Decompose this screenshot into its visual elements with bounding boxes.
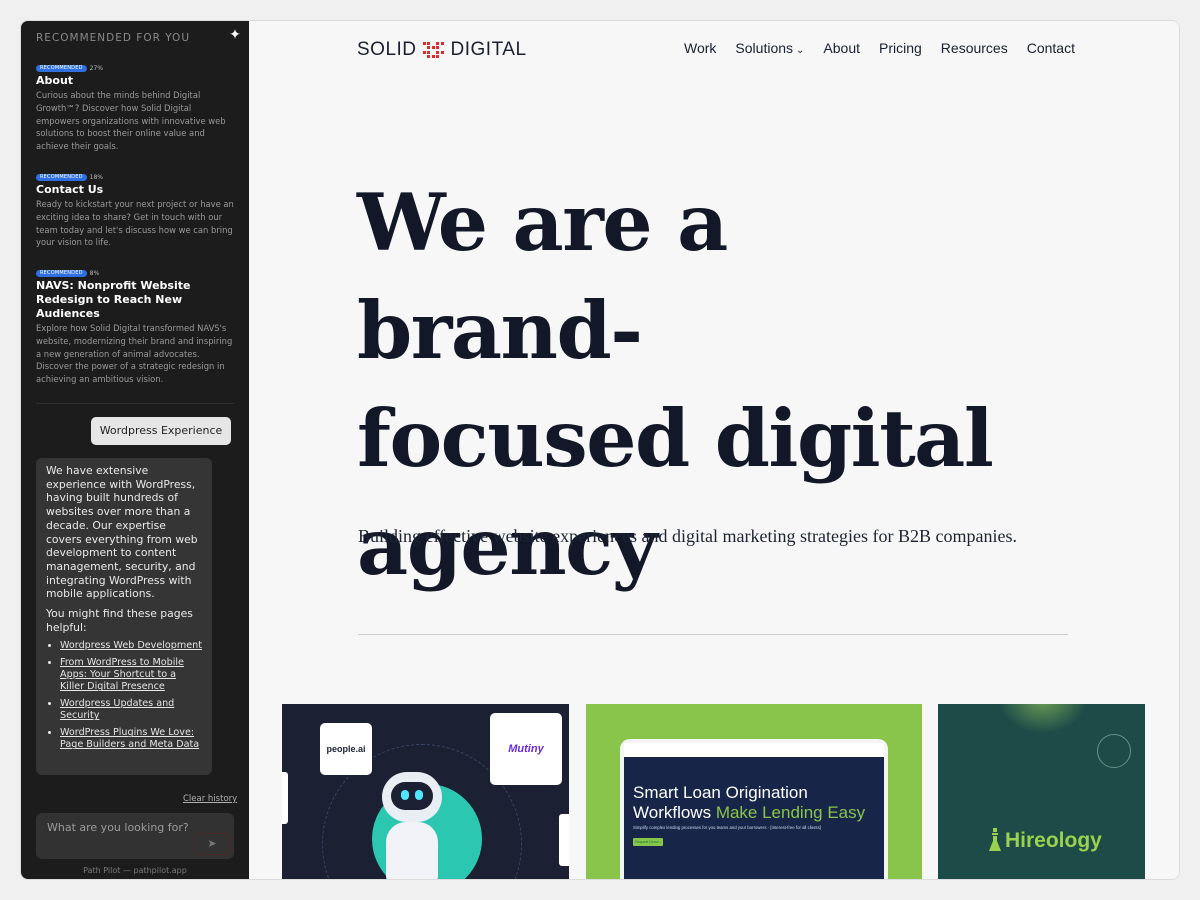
hero-line: focused digital xyxy=(357,392,994,485)
recommendation-item[interactable]: RECOMMENDED 8% NAVS: Nonprofit Website R… xyxy=(36,268,236,386)
chat-input-box: ➤ xyxy=(36,813,234,859)
nav-pricing[interactable]: Pricing xyxy=(879,40,922,56)
site-logo[interactable]: SOLID DIGITAL xyxy=(357,39,527,61)
recommendation-title[interactable]: Contact Us xyxy=(36,183,236,197)
recommendation-sidebar: RECOMMENDED FOR YOU ✦ RECOMMENDED 27% Ab… xyxy=(21,21,249,879)
mockup-button: Request Demo › xyxy=(633,838,663,846)
decorative-ring xyxy=(1097,734,1131,768)
case-study-card-peopleai[interactable]: people.ai Mutiny xyxy=(282,704,569,879)
nav-work[interactable]: Work xyxy=(684,40,716,56)
recommendation-title[interactable]: About xyxy=(36,74,236,88)
suggested-link[interactable]: Wordpress Updates and Security xyxy=(60,698,174,721)
nav-solutions-label: Solutions xyxy=(735,40,794,56)
suggested-link[interactable]: From WordPress to Mobile Apps: Your Shor… xyxy=(60,657,184,692)
case-study-card-hireology[interactable]: Hireology xyxy=(938,704,1145,879)
recommendation-description: Explore how Solid Digital transformed NA… xyxy=(36,323,233,385)
match-percent: 8% xyxy=(89,269,100,277)
recommendation-description: Ready to kickstart your next project or … xyxy=(36,199,234,248)
send-button[interactable]: ➤ xyxy=(194,833,230,855)
logo-mark-icon xyxy=(422,41,445,59)
main-content: SOLID DIGITAL Work Solutions ⌄ About Pric… xyxy=(249,21,1179,879)
case-study-card-lending[interactable]: Smart Loan Origination Workflows Make Le… xyxy=(586,704,922,879)
recommendation-item[interactable]: RECOMMENDED 18% Contact Us Ready to kick… xyxy=(36,172,236,249)
section-divider xyxy=(358,634,1068,635)
hireology-logo: Hireology xyxy=(988,828,1102,854)
assistant-helpful-text: You might find these pages helpful: xyxy=(46,607,193,634)
carousel-edge xyxy=(282,772,288,824)
user-chat-message: Wordpress Experience xyxy=(91,417,231,445)
carousel-edge xyxy=(559,814,569,866)
nav-resources[interactable]: Resources xyxy=(941,40,1008,56)
suggested-links: Wordpress Web Development From WordPress… xyxy=(46,640,202,751)
assistant-chat-message: We have extensive experience with WordPr… xyxy=(36,458,212,775)
sparkle-icon[interactable]: ✦ xyxy=(227,27,243,43)
mutiny-logo-tile: Mutiny xyxy=(490,713,562,785)
recommended-badge: RECOMMENDED xyxy=(36,173,87,181)
hireology-logo-text: Hireology xyxy=(1005,829,1102,852)
peopleai-logo-tile: people.ai xyxy=(320,723,372,775)
mockup-subtitle: Simplify complex lending processes for y… xyxy=(633,825,821,830)
laptop-screen-mockup: Smart Loan Origination Workflows Make Le… xyxy=(620,739,888,879)
match-percent: 18% xyxy=(89,173,103,181)
chat-input[interactable] xyxy=(47,821,197,834)
assistant-paragraph: We have extensive experience with WordPr… xyxy=(46,464,198,601)
sidebar-divider xyxy=(36,403,234,404)
hero-line: We are a brand- xyxy=(357,176,728,377)
decorative-glow xyxy=(998,704,1088,734)
nav-about[interactable]: About xyxy=(823,40,860,56)
match-percent: 27% xyxy=(89,64,103,72)
recommendation-item[interactable]: RECOMMENDED 27% About Curious about the … xyxy=(36,63,236,153)
logo-text-left: SOLID xyxy=(357,39,417,60)
nav-contact[interactable]: Contact xyxy=(1027,40,1075,56)
logo-text-right: DIGITAL xyxy=(450,39,527,60)
hero-subheading: Building effective website experiences a… xyxy=(358,526,1017,546)
hero-line: agency xyxy=(357,500,658,593)
sidebar-footer: Path Pilot — pathpilot.app xyxy=(83,866,187,875)
robot-illustration-body xyxy=(386,822,438,879)
recommended-badge: RECOMMENDED xyxy=(36,269,87,277)
suggested-link[interactable]: WordPress Plugins We Love: Page Builders… xyxy=(60,727,199,750)
recommended-badge: RECOMMENDED xyxy=(36,64,87,72)
robot-illustration-icon xyxy=(382,772,442,822)
recommendation-title[interactable]: NAVS: Nonprofit Website Redesign to Reac… xyxy=(36,279,236,321)
chevron-down-icon: ⌄ xyxy=(796,45,805,56)
browser-frame: RECOMMENDED FOR YOU ✦ RECOMMENDED 27% Ab… xyxy=(20,20,1180,880)
suggested-link[interactable]: Wordpress Web Development xyxy=(60,640,202,651)
sidebar-header: RECOMMENDED FOR YOU xyxy=(36,32,191,44)
send-icon: ➤ xyxy=(207,837,217,850)
clear-history-link[interactable]: Clear history xyxy=(183,794,237,804)
mockup-nav xyxy=(624,743,884,757)
recommendation-description: Curious about the minds behind Digital G… xyxy=(36,90,226,152)
flask-icon xyxy=(989,828,1001,851)
nav-solutions[interactable]: Solutions ⌄ xyxy=(735,40,804,56)
mockup-title: Smart Loan Origination Workflows Make Le… xyxy=(633,783,866,822)
main-nav: Work Solutions ⌄ About Pricing Resources … xyxy=(684,40,1075,56)
